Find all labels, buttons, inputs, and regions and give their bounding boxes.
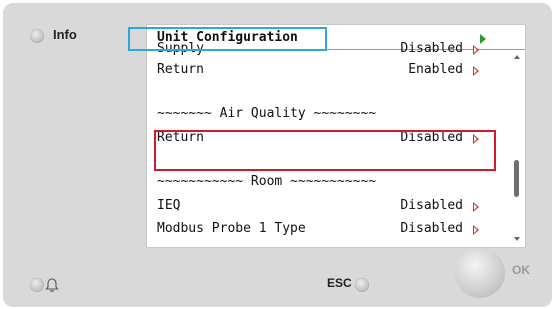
row-name: IEQ: [157, 198, 181, 213]
info-led: [30, 29, 44, 43]
info-label: Info: [53, 27, 77, 42]
list-item-return[interactable]: Return Enabled: [147, 59, 509, 81]
row-value: Enabled: [408, 62, 463, 77]
esc-button[interactable]: [355, 278, 369, 292]
list-item-modbus-probe-1-type[interactable]: Modbus Probe 1 Type Disabled: [147, 218, 509, 240]
bell-icon[interactable]: [45, 277, 59, 293]
ok-button[interactable]: [455, 248, 505, 298]
section-header-room: ~~~~~~~~~~~ Room ~~~~~~~~~~~: [147, 171, 509, 193]
row-arrow-icon[interactable]: [473, 202, 479, 212]
scroll-down-icon[interactable]: [514, 237, 520, 241]
row-value: Disabled: [400, 221, 463, 236]
row-arrow-icon[interactable]: [473, 45, 479, 55]
list-item-ieq[interactable]: IEQ Disabled: [147, 195, 509, 217]
scroll-up-icon[interactable]: [514, 55, 520, 59]
esc-label: ESC: [327, 276, 352, 290]
title-highlight-box: [128, 27, 327, 51]
row-value: Disabled: [400, 41, 463, 56]
scrollbar[interactable]: [509, 50, 525, 247]
alarm-led: [30, 278, 44, 292]
section-header-label: ~~~~~~~ Air Quality ~~~~~~~~: [157, 106, 377, 121]
row-arrow-icon[interactable]: [473, 66, 479, 76]
row-name: Return: [157, 62, 204, 77]
row-value: Disabled: [400, 198, 463, 213]
section-header-air-quality: ~~~~~~~ Air Quality ~~~~~~~~: [147, 103, 509, 125]
row-arrow-icon[interactable]: [473, 225, 479, 235]
ok-label: OK: [512, 263, 530, 277]
section-header-label: ~~~~~~~~~~~ Room ~~~~~~~~~~~: [157, 174, 377, 189]
scroll-thumb[interactable]: [514, 160, 519, 197]
selection-highlight-box: [154, 130, 496, 171]
row-name: Modbus Probe 1 Type: [157, 221, 306, 236]
